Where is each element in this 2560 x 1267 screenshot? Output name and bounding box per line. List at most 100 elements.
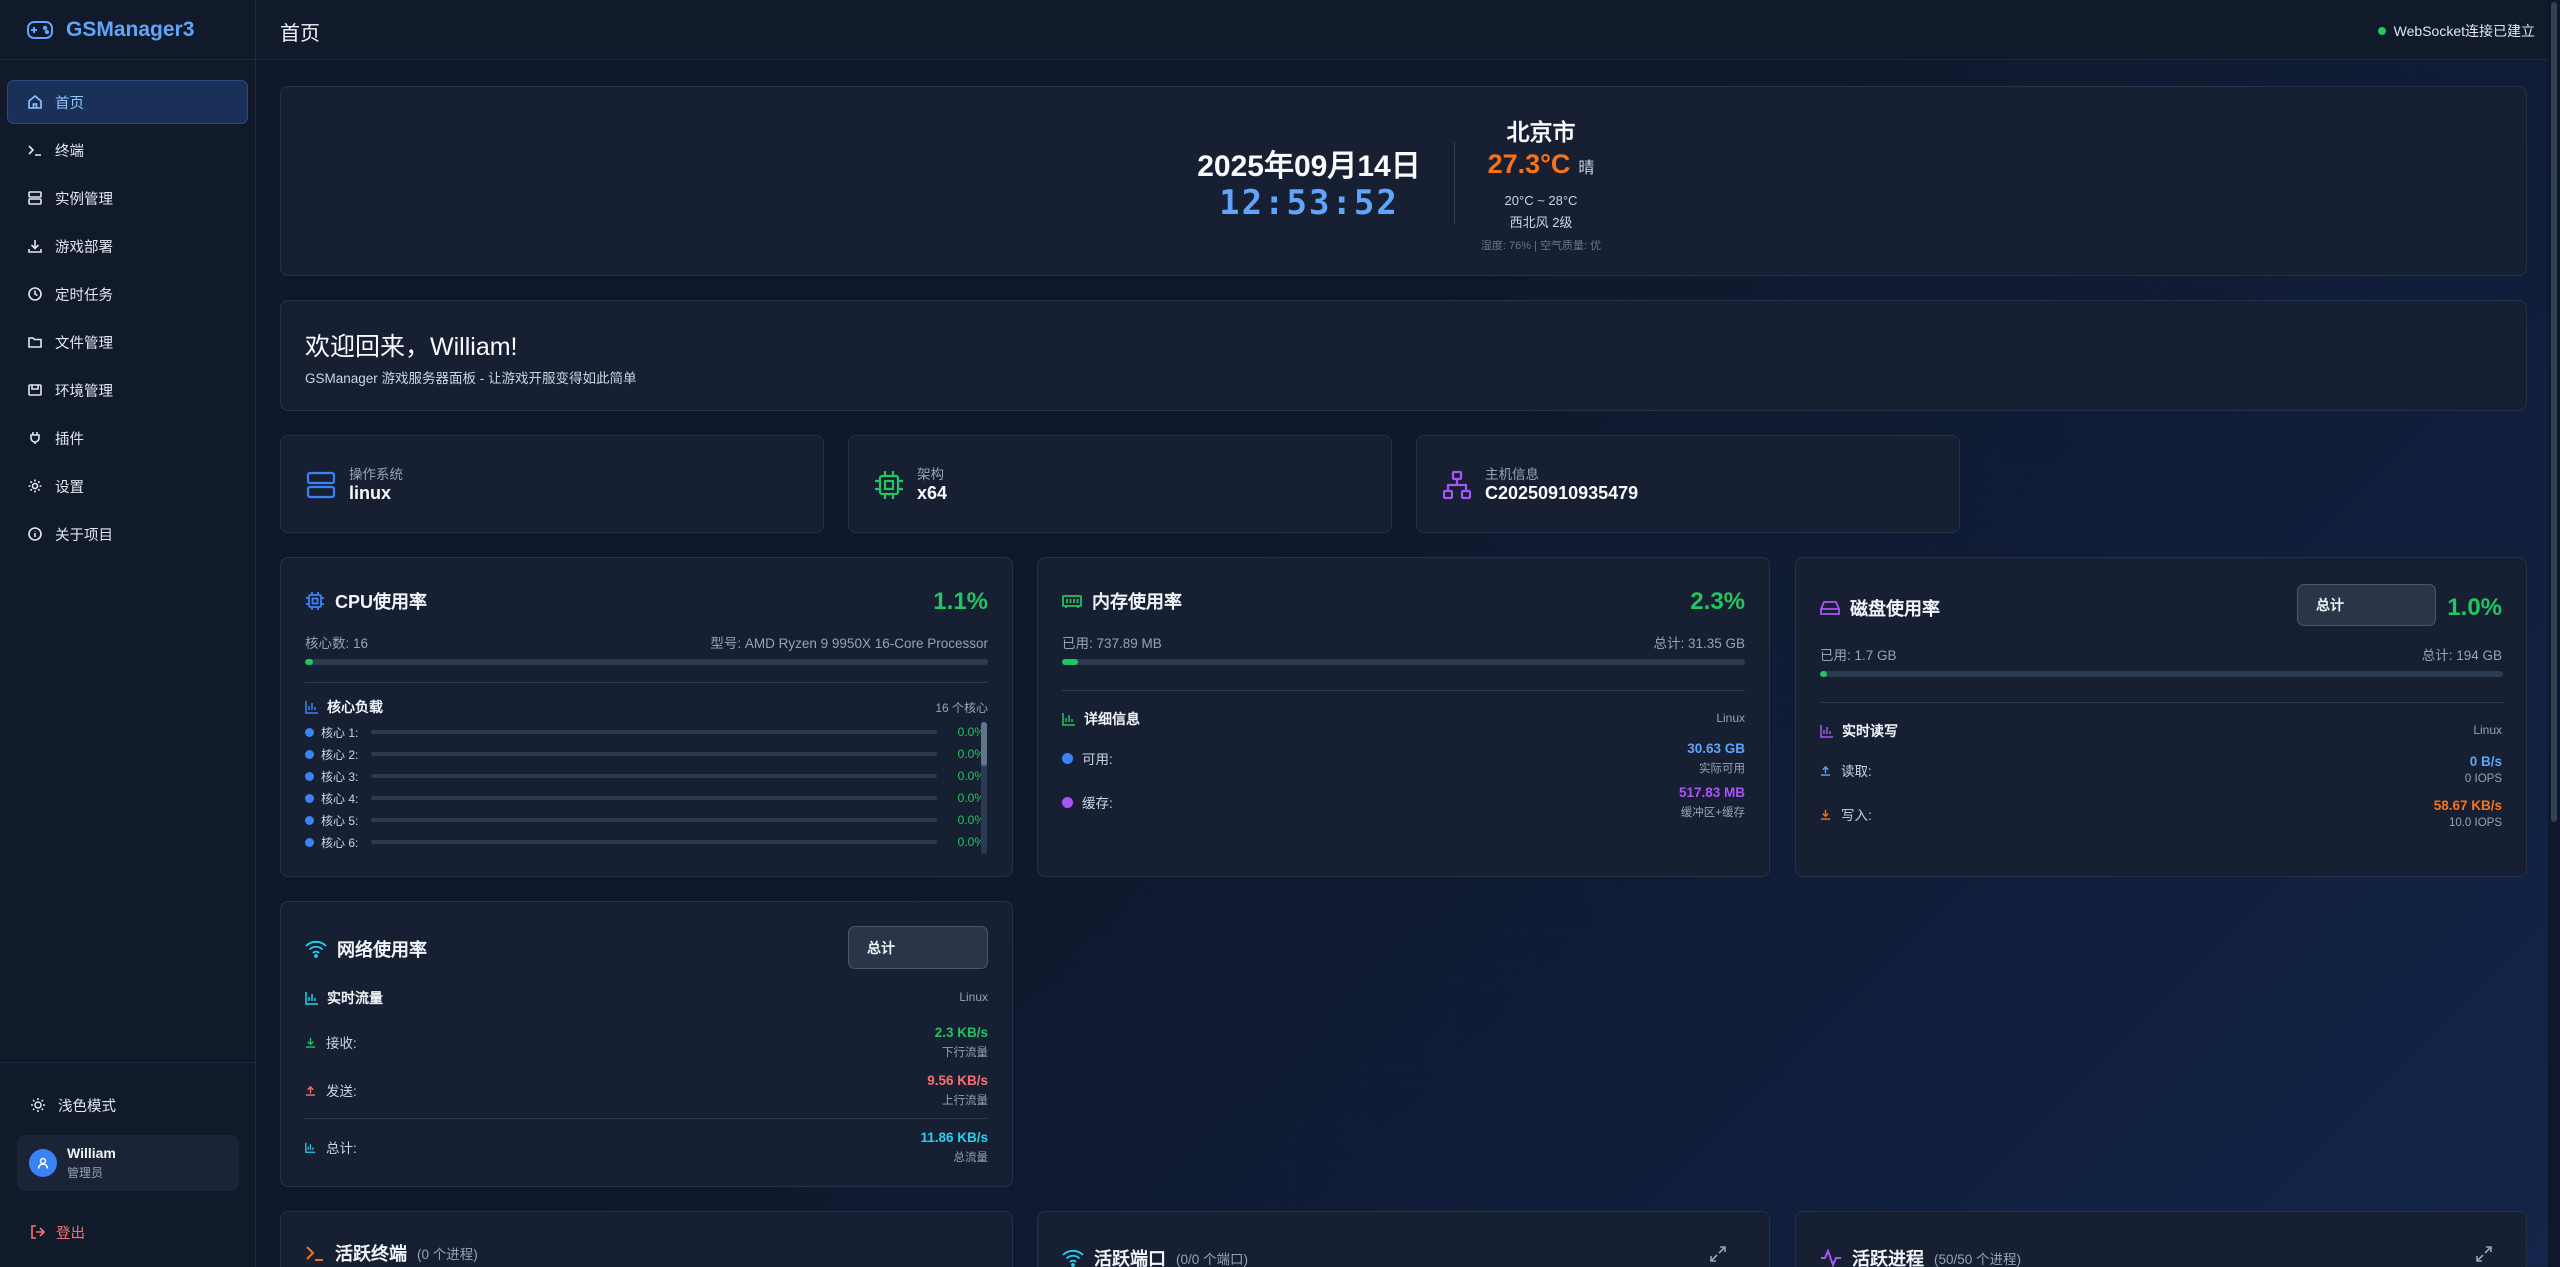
- memory-title: 内存使用率: [1062, 588, 1182, 614]
- brand[interactable]: GSManager3: [0, 0, 255, 60]
- logout-icon: [30, 1224, 46, 1240]
- sidebar-item-label: 游戏部署: [55, 239, 113, 256]
- sidebar-item-terminal[interactable]: 终端: [7, 128, 248, 172]
- disk-read-row: 读取:: [1820, 760, 1872, 780]
- read-iops: 0 IOPS: [2464, 773, 2502, 785]
- sidebar-item-label: 插件: [55, 431, 84, 448]
- core-dot: [305, 771, 314, 781]
- network-card: 网络使用率 总计 实时流量 Linux 接收: 2.3 KB/s 下行流量 发送…: [280, 901, 1013, 1187]
- gamepad-icon: [26, 19, 54, 41]
- user-icon: [36, 1156, 50, 1170]
- sidebar: GSManager3 首页 终端 实例管理 游戏部署 定时任务 文件管理 环境管…: [0, 0, 256, 1267]
- expand-icon[interactable]: [1709, 1245, 1727, 1263]
- activity-icon: [1820, 1249, 1842, 1267]
- expand-icon[interactable]: [2475, 1245, 2493, 1263]
- sysinfo-os-card: 操作系统 linux: [280, 435, 824, 533]
- disk-usage-fill: [1820, 671, 1827, 677]
- core-dot: [305, 793, 314, 803]
- tx-value: 9.56 KB/s: [927, 1073, 988, 1088]
- server-icon: [27, 190, 43, 206]
- sidebar-item-plugins[interactable]: 插件: [7, 416, 248, 460]
- logout-button[interactable]: 登出: [0, 1207, 256, 1257]
- sidebar-item-settings[interactable]: 设置: [7, 464, 248, 508]
- sun-icon: [30, 1097, 46, 1113]
- traffic-title: 实时流量: [305, 988, 383, 1008]
- os-name: Linux: [959, 990, 988, 1004]
- bar-chart-icon: [305, 700, 319, 714]
- arch-label: 架构: [917, 467, 944, 482]
- core-name: 核心 1:: [321, 725, 359, 740]
- cpu-percent: 1.1%: [933, 588, 988, 615]
- os-label: 操作系统: [349, 467, 403, 482]
- theme-toggle[interactable]: 浅色模式: [0, 1081, 256, 1129]
- core-name: 核心 6:: [321, 835, 359, 850]
- page-scrollbar[interactable]: [2548, 0, 2560, 1267]
- welcome-card: 欢迎回来，William! GSManager 游戏服务器面板 - 让游戏开服变…: [280, 300, 2527, 411]
- clock-weather-card: 2025年09月14日 12:53:52 北京市 27.3°C 晴 20°C ~…: [280, 86, 2527, 276]
- list-item: 核心 5: 0.0%: [305, 809, 985, 831]
- weather-wind: 西北风 2级: [1509, 215, 1573, 230]
- core-bar: [371, 818, 937, 822]
- sidebar-item-env[interactable]: 环境管理: [7, 368, 248, 412]
- network-tx-row: 发送:: [305, 1080, 357, 1100]
- divider: [1820, 702, 2503, 703]
- total-value: 11.86 KB/s: [920, 1130, 988, 1145]
- clock-icon: [27, 286, 43, 302]
- user-role: 管理员: [67, 1166, 104, 1180]
- disk-usage-bar: [1820, 671, 2503, 677]
- scrollbar-thumb[interactable]: [981, 722, 987, 766]
- core-dot: [305, 749, 314, 759]
- host-value: C20250910935479: [1485, 483, 1639, 503]
- read-value: 0 B/s: [2469, 754, 2502, 769]
- cpu-icon: [873, 469, 905, 501]
- time-text: 12:53:52: [1219, 183, 1399, 223]
- terminals-title: 活跃终端 (0 个进程): [305, 1240, 478, 1266]
- sidebar-item-label: 设置: [55, 479, 84, 496]
- sidebar-item-label: 定时任务: [55, 287, 113, 304]
- write-value: 58.67 KB/s: [2433, 798, 2502, 813]
- core-list-scrollbar[interactable]: [981, 722, 987, 854]
- list-item: 核心 2: 0.0%: [305, 743, 985, 765]
- weather-temp: 27.3°C: [1487, 149, 1571, 179]
- user-card[interactable]: William 管理员: [17, 1135, 239, 1191]
- disk-select[interactable]: 总计: [2297, 584, 2436, 626]
- divider: [1062, 690, 1745, 691]
- download-icon: [305, 1037, 316, 1048]
- read-label: 读取:: [1841, 764, 1872, 779]
- divider: [1454, 142, 1455, 224]
- sidebar-footer: 浅色模式 William 管理员 登出: [0, 1062, 256, 1267]
- page-title: 首页: [280, 23, 320, 45]
- bar-chart-icon: [1062, 712, 1076, 726]
- sidebar-item-tasks[interactable]: 定时任务: [7, 272, 248, 316]
- memory-percent: 2.3%: [1690, 588, 1745, 615]
- list-item: 核心 3: 0.0%: [305, 765, 985, 787]
- disk-io-title: 实时读写: [1820, 721, 1898, 741]
- weather-city: 北京市: [1506, 119, 1576, 145]
- logout-label: 登出: [56, 1225, 85, 1242]
- tx-label: 发送:: [326, 1084, 357, 1099]
- sidebar-item-about[interactable]: 关于项目: [7, 512, 248, 556]
- sidebar-item-files[interactable]: 文件管理: [7, 320, 248, 364]
- wifi-icon: [305, 940, 327, 958]
- network-select[interactable]: 总计: [848, 926, 988, 969]
- websocket-status: WebSocket连接已建立: [2377, 21, 2535, 41]
- sidebar-item-home[interactable]: 首页: [7, 80, 248, 124]
- core-bar: [371, 752, 937, 756]
- disk-io-title-text: 实时读写: [1842, 723, 1898, 739]
- weather-extra: 湿度: 76% | 空气质量: 优: [1480, 240, 1602, 252]
- page-scrollbar-thumb[interactable]: [2551, 2, 2557, 822]
- network-icon: [1441, 469, 1473, 501]
- disk-title-text: 磁盘使用率: [1850, 599, 1940, 619]
- memory-available-row: 可用:: [1062, 748, 1113, 768]
- weather-condition: 晴: [1578, 160, 1595, 177]
- core-bar: [371, 730, 937, 734]
- websocket-status-text: WebSocket连接已建立: [2393, 23, 2535, 39]
- weather-main: 27.3°C 晴: [1461, 149, 1621, 180]
- processes-title: 活跃进程 (50/50 个进程): [1820, 1245, 2021, 1267]
- memory-detail-title-text: 详细信息: [1084, 711, 1140, 727]
- sidebar-item-deploy[interactable]: 游戏部署: [7, 224, 248, 268]
- memory-card: 内存使用率 2.3% 已用: 737.89 MB 总计: 31.35 GB 详细…: [1037, 557, 1770, 877]
- sidebar-item-instances[interactable]: 实例管理: [7, 176, 248, 220]
- rx-label: 接收:: [326, 1036, 357, 1051]
- sidebar-item-label: 实例管理: [55, 191, 113, 208]
